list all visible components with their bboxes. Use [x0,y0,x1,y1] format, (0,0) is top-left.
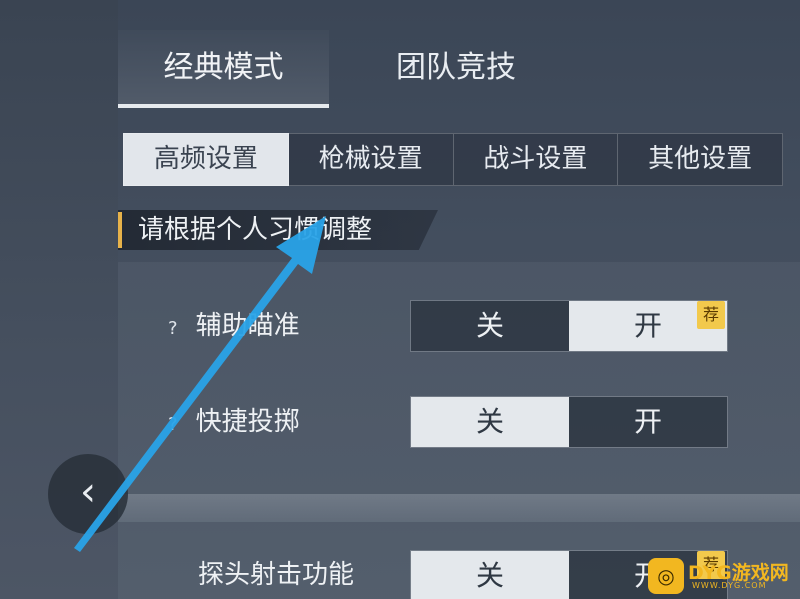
quick-throw-off-option[interactable]: 关 [411,397,569,447]
help-icon[interactable]: ? [168,309,178,349]
aim-assist-off-option[interactable]: 关 [411,301,569,351]
watermark: ◎ DYG游戏网 WWW.DYG.COM [648,556,796,596]
setting-label-text: 辅助瞄准 [195,311,300,341]
option-label: 开 [633,309,662,342]
recommended-badge: 荐 [697,301,725,329]
hint-text: 请根据个人习惯调整 [138,215,373,245]
quick-throw-on-option[interactable]: 开 [569,397,727,447]
watermark-domain: WWW.DYG.COM [692,581,767,590]
setting-quick-throw-label: ? 快捷投掷 [168,402,300,445]
help-icon[interactable]: ? [168,405,178,445]
watermark-logo-icon: ◎ [648,558,684,594]
settings-sub-tabs: 高频设置 枪械设置 战斗设置 其他设置 [123,133,783,186]
tab-high-frequency-settings[interactable]: 高频设置 [123,133,289,186]
aim-assist-on-option[interactable]: 开 荐 [569,301,727,351]
tab-other-settings[interactable]: 其他设置 [618,133,783,186]
tab-weapon-settings[interactable]: 枪械设置 [288,133,454,186]
hint-accent-bar [118,212,122,248]
tab-team-deathmatch[interactable]: 团队竞技 [348,30,564,108]
panel-divider [118,494,800,522]
active-tab-underline [118,104,329,108]
tab-classic-mode[interactable]: 经典模式 [118,30,329,108]
setting-label-text: 快捷投掷 [195,407,300,437]
tab-label: 团队竞技 [396,50,516,85]
quick-throw-toggle: 关 开 [410,396,728,448]
mode-tabs: 经典模式 团队竞技 [118,30,800,108]
aim-assist-toggle: 关 开 荐 [410,300,728,352]
back-button[interactable]: ‹ [48,454,128,534]
setting-aim-assist-label: ? 辅助瞄准 [168,306,300,349]
tab-label: 经典模式 [163,50,284,85]
setting-peek-shoot-label: 探头射击功能 [198,560,355,590]
chevron-left-icon: ‹ [80,469,96,515]
peek-shoot-off-option[interactable]: 关 [411,551,569,599]
tab-combat-settings[interactable]: 战斗设置 [453,133,619,186]
